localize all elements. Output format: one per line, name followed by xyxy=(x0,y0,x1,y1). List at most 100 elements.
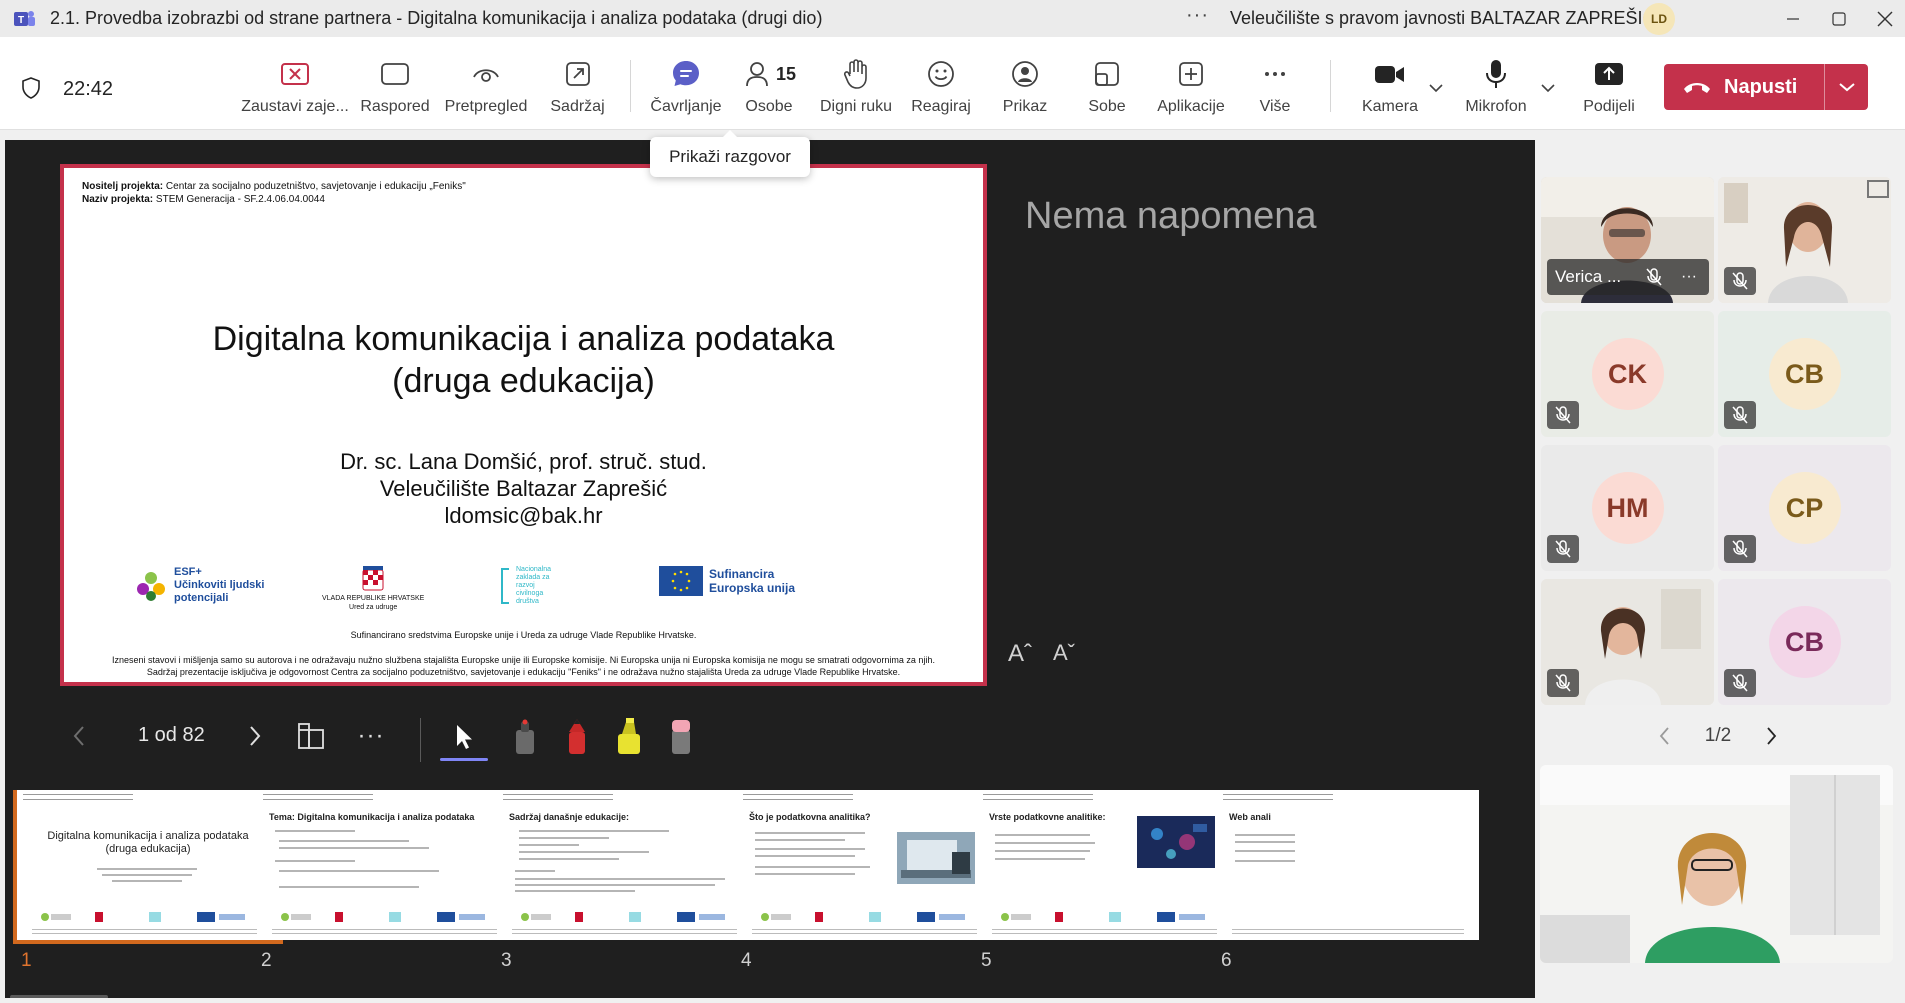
title-bar: T 2.1. Provedba izobrazbi od strane part… xyxy=(0,0,1905,37)
leave-main-button[interactable]: Napusti xyxy=(1664,64,1824,110)
title-more-button[interactable]: ··· xyxy=(1186,4,1209,27)
slide-counter: 1 od 82 xyxy=(138,724,205,746)
participant-tile[interactable]: Verica ... ··· xyxy=(1541,177,1714,303)
more-icon: ··· xyxy=(357,722,385,749)
laser-pointer-button[interactable] xyxy=(440,710,488,762)
minimize-button[interactable] xyxy=(1770,3,1816,35)
participant-tile[interactable] xyxy=(1541,579,1714,705)
previous-slide-button[interactable] xyxy=(65,710,93,762)
chevron-left-icon[interactable] xyxy=(1658,726,1672,746)
view-icon xyxy=(1012,61,1038,87)
layout-button[interactable]: Raspored xyxy=(355,58,435,122)
rooms-label: Sobe xyxy=(1088,98,1126,115)
mic-off-icon xyxy=(1555,540,1571,558)
thumbnail-title: Što je podatkovna analitika? xyxy=(749,812,871,822)
react-button[interactable]: Reagiraj xyxy=(905,58,977,122)
participant-tile[interactable]: HM xyxy=(1541,445,1714,571)
user-avatar[interactable]: LD xyxy=(1643,3,1675,35)
highlighter-button[interactable] xyxy=(609,710,649,762)
laptop-photo xyxy=(897,832,975,884)
more-label: Više xyxy=(1259,98,1291,115)
microphone-options-button[interactable] xyxy=(1538,78,1558,98)
participant-avatar: CB xyxy=(1768,606,1841,678)
shield-icon[interactable] xyxy=(20,76,42,100)
organization-name: Veleučilište s pravom javnosti BALTAZAR … xyxy=(1230,8,1656,28)
react-label: Reagiraj xyxy=(911,98,971,115)
share-button[interactable]: Podijeli xyxy=(1570,58,1648,122)
participant-tile[interactable]: CB xyxy=(1718,579,1891,705)
participant-tile[interactable]: CB xyxy=(1718,311,1891,437)
stop-recording-button[interactable]: Zaustavi zaje... xyxy=(240,58,350,122)
rooms-icon xyxy=(1095,62,1119,86)
participants-pager: 1/2 xyxy=(1658,722,1778,750)
mic-muted-indicator xyxy=(1724,401,1756,429)
participant-tile[interactable]: CP xyxy=(1718,445,1891,571)
leave-options-button[interactable] xyxy=(1825,64,1868,110)
people-button[interactable]: 15 Osobe xyxy=(733,58,805,122)
croatian-coat-of-arms-icon xyxy=(362,566,384,591)
current-slide: Nositelj projekta: Centar za socijalno p… xyxy=(60,164,987,686)
thumbnail-title: Web anali xyxy=(1229,812,1271,822)
laser-pen-button[interactable] xyxy=(505,710,545,762)
mic-muted-indicator xyxy=(1724,267,1756,295)
raise-hand-button[interactable]: Digni ruku xyxy=(812,58,900,122)
next-slide-button[interactable] xyxy=(241,710,269,762)
window-title: 2.1. Provedba izobrazbi od strane partne… xyxy=(50,8,823,28)
preview-button[interactable]: Pretpregled xyxy=(440,58,532,122)
layout-label: Raspored xyxy=(360,98,430,115)
slide-grid-button[interactable] xyxy=(293,710,329,762)
increase-font-button[interactable]: Aˆ xyxy=(1008,640,1032,668)
participant-more-icon[interactable]: ··· xyxy=(1681,268,1697,286)
participant-tile[interactable] xyxy=(1718,177,1891,303)
thumbnail-title: Vrste podatkovne analitike: xyxy=(989,812,1106,822)
participant-tile[interactable]: CK xyxy=(1541,311,1714,437)
mic-off-icon xyxy=(1732,674,1748,692)
camera-button[interactable]: Kamera xyxy=(1350,58,1430,122)
decrease-font-button[interactable]: Aˇ xyxy=(1053,640,1075,666)
thumbnails-scrollbar[interactable] xyxy=(10,995,108,998)
leave-label: Napusti xyxy=(1724,75,1798,98)
svg-text:T: T xyxy=(18,15,24,26)
minimize-icon xyxy=(1787,18,1799,20)
chat-label: Čavrljanje xyxy=(650,98,722,115)
slide-header: Nositelj projekta: Centar za socijalno p… xyxy=(82,181,466,205)
apps-button[interactable]: Aplikacije xyxy=(1150,58,1232,122)
slide-thumbnail[interactable]: Vrste podatkovne analitike: xyxy=(977,790,1239,940)
teams-logo-icon: T xyxy=(14,11,35,26)
pen-icon xyxy=(569,719,585,754)
thumbnail-number: 4 xyxy=(741,950,752,971)
thumbnail-title: Sadržaj današnje edukacije: xyxy=(509,812,630,822)
chevron-right-icon[interactable] xyxy=(1764,726,1778,746)
presenter-more-button[interactable]: ··· xyxy=(353,710,389,762)
slide-thumbnail[interactable]: Tema: Digitalna komunikacija i analiza p… xyxy=(257,790,519,940)
stop-recording-icon xyxy=(281,63,309,85)
chat-button[interactable]: Čavrljanje xyxy=(645,58,727,122)
mic-muted-indicator xyxy=(1724,669,1756,697)
speaker-notes: Nema napomena xyxy=(1025,195,1317,237)
maximize-button[interactable] xyxy=(1816,3,1862,35)
mic-muted-indicator xyxy=(1724,535,1756,563)
slide-thumbnail[interactable]: Što je podatkovna analitika? xyxy=(737,790,999,940)
eraser-icon xyxy=(672,720,690,754)
presenter-video[interactable] xyxy=(1540,765,1893,963)
more-icon xyxy=(1265,72,1285,76)
view-button[interactable]: Prikaz xyxy=(990,58,1060,122)
camera-options-button[interactable] xyxy=(1426,78,1446,98)
pen-button[interactable] xyxy=(557,710,597,762)
chat-icon xyxy=(673,61,699,86)
more-button[interactable]: Više xyxy=(1240,58,1310,122)
slide-thumbnail[interactable]: Digitalna komunikacija i analiza podatak… xyxy=(13,790,283,944)
microphone-button[interactable]: Mikrofon xyxy=(1455,58,1537,122)
mic-off-icon xyxy=(1555,674,1571,692)
share-screen-icon xyxy=(1595,63,1623,85)
rooms-button[interactable]: Sobe xyxy=(1072,58,1142,122)
share-content-icon xyxy=(565,62,590,86)
slide-thumbnail[interactable]: Web anali xyxy=(1217,790,1479,940)
close-window-button[interactable] xyxy=(1862,3,1905,35)
eraser-button[interactable] xyxy=(661,710,701,762)
slides-grid-icon xyxy=(298,723,324,749)
content-button[interactable]: Sadržaj xyxy=(540,58,615,122)
slide-author: Dr. sc. Lana Domšić, prof. struč. stud. … xyxy=(340,449,707,528)
leave-button[interactable]: Napusti xyxy=(1664,64,1868,110)
slide-thumbnail[interactable]: Sadržaj današnje edukacije: xyxy=(497,790,759,940)
